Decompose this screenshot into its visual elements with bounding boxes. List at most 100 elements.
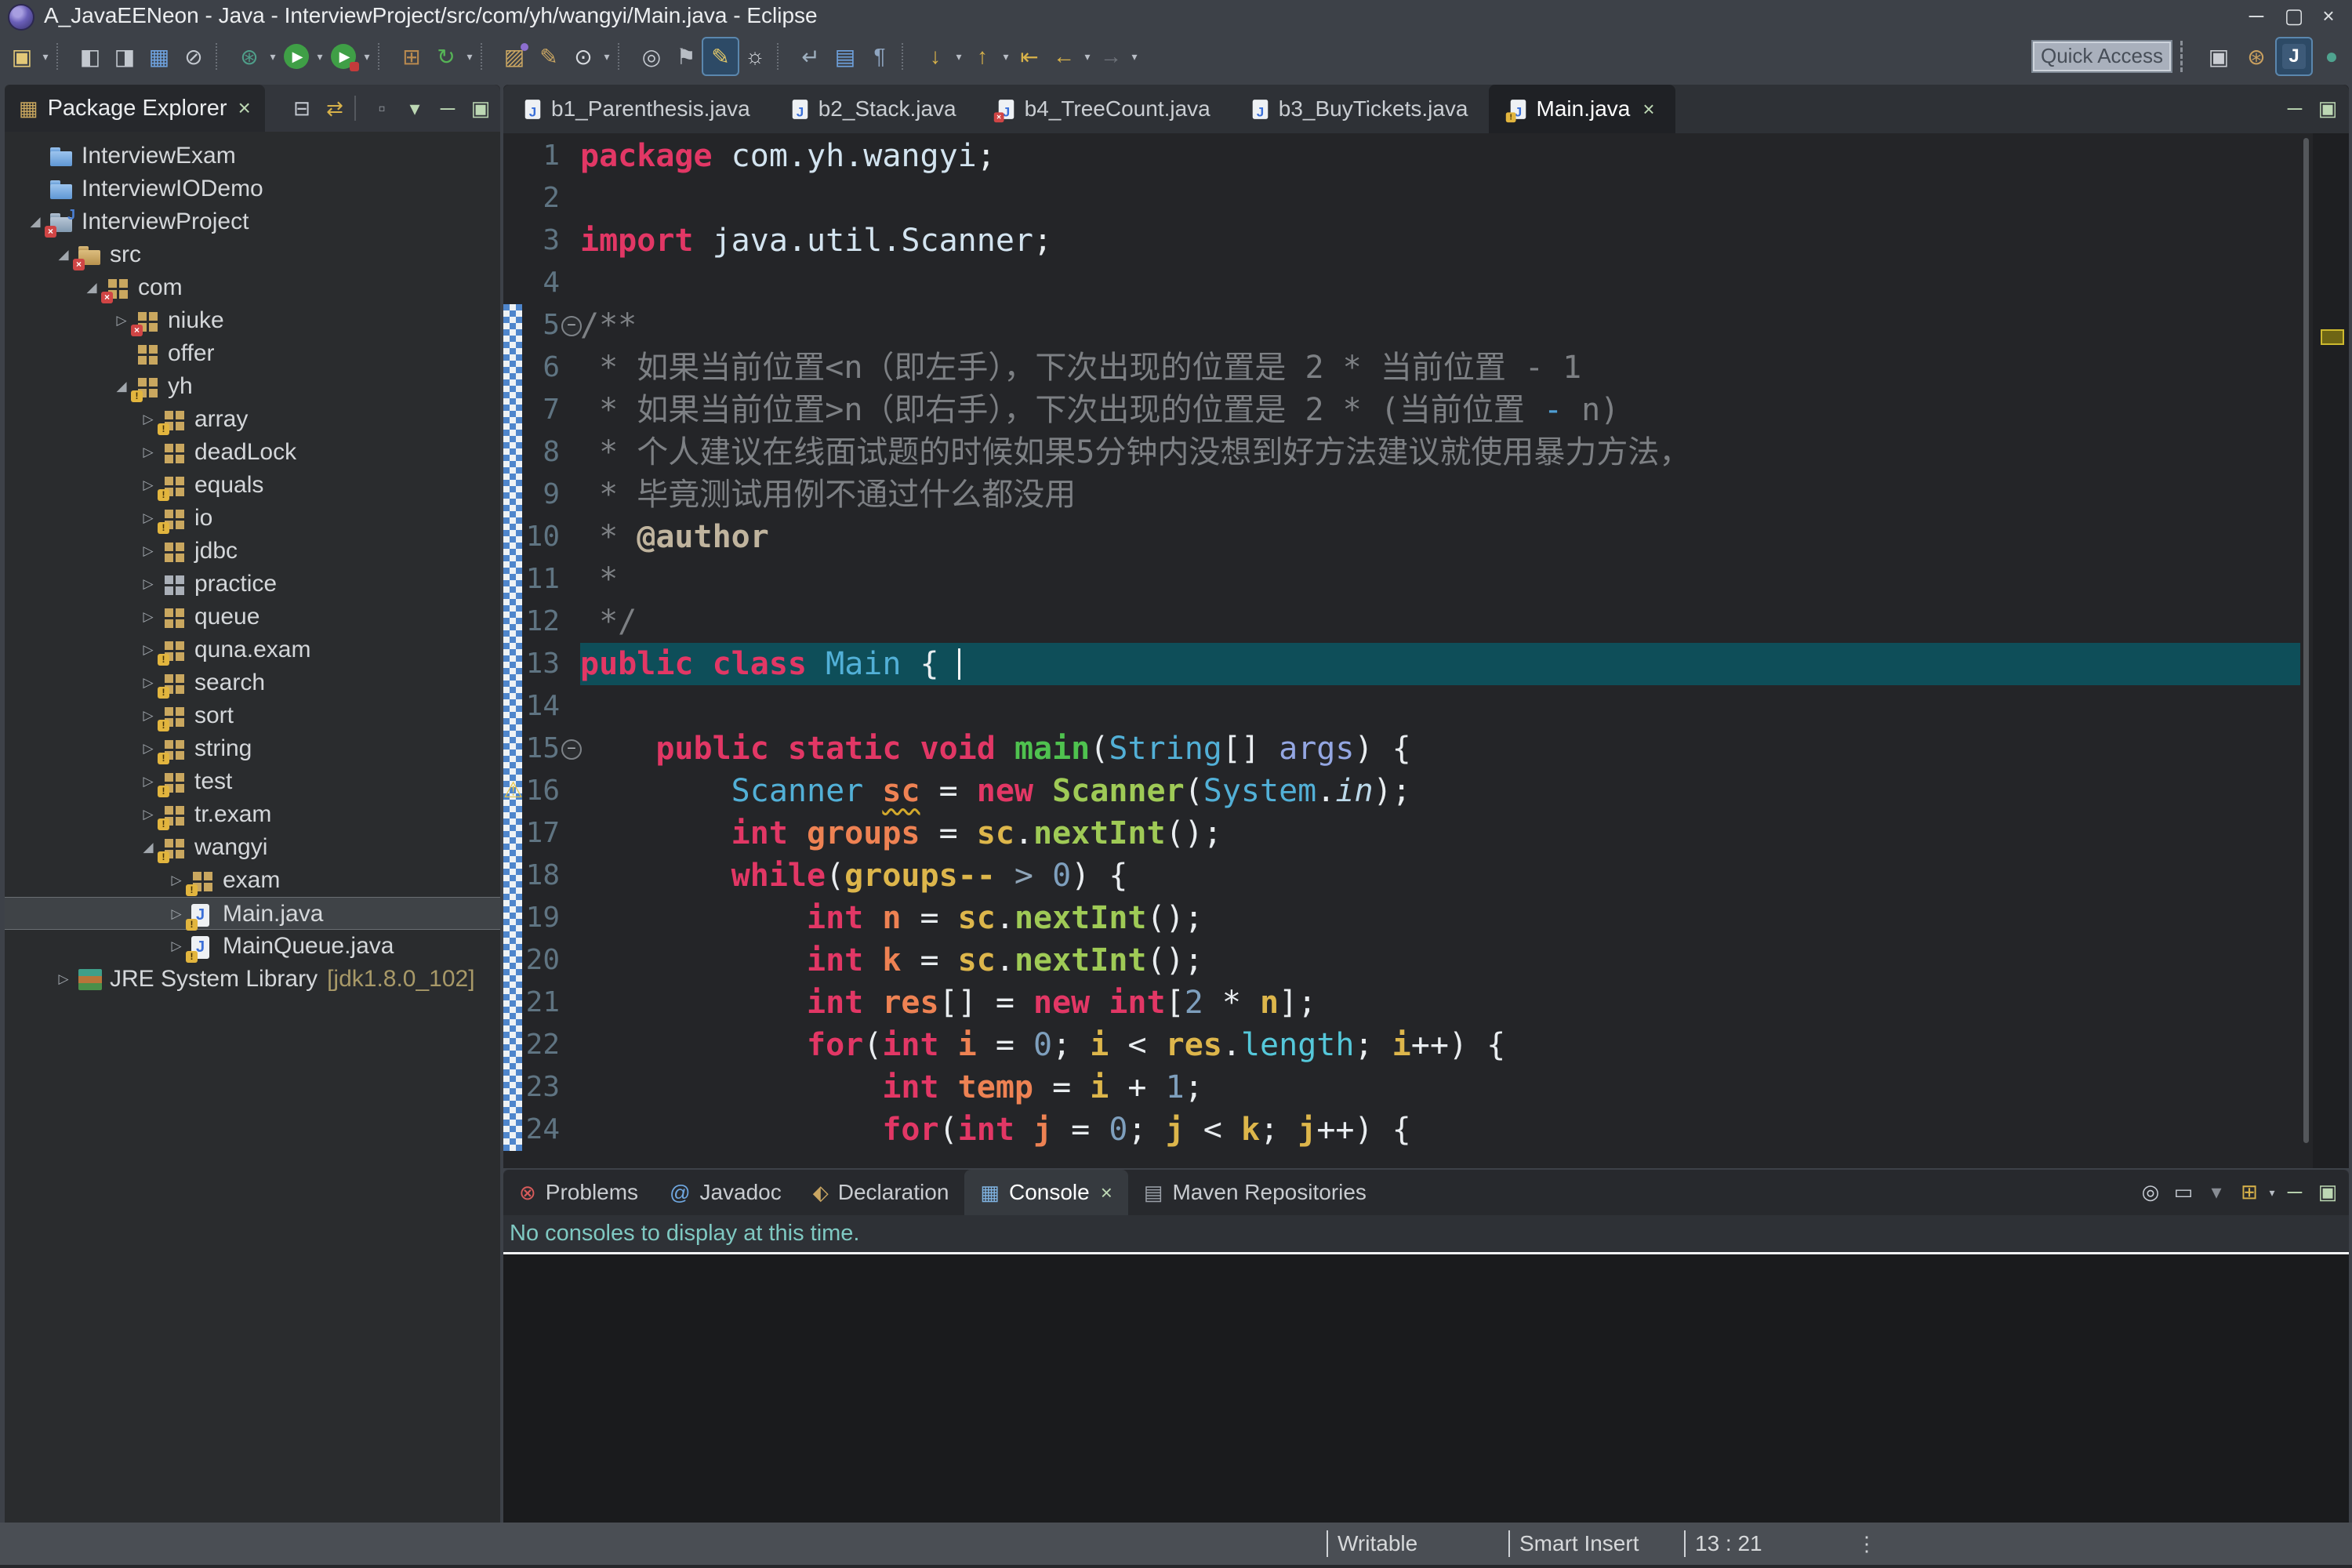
maximize-console-button[interactable]: ▣ bbox=[2311, 1174, 2344, 1209]
forward-button-dropdown[interactable]: ▾ bbox=[1128, 38, 1141, 74]
console-tab-console[interactable]: ▦ Console × bbox=[964, 1170, 1128, 1215]
tree-item-interviewexam[interactable]: InterviewExam bbox=[5, 140, 500, 172]
expand-arrow-icon[interactable]: ▷ bbox=[166, 864, 187, 897]
code-editor[interactable]: 1 2 3 4 5−6 7 8 9 10 11 12 13 14 15−16 ⚠ 17 18 19 20 21 22 23… bbox=[503, 133, 2349, 1168]
tree-item-search[interactable]: ▷! search bbox=[5, 666, 500, 699]
minimize-view-button[interactable]: ─ bbox=[431, 91, 464, 125]
link-with-editor-button[interactable]: ⇄ bbox=[318, 91, 351, 125]
minimize-console-button[interactable]: ─ bbox=[2278, 1174, 2311, 1209]
tab-close-icon[interactable]: × bbox=[1642, 97, 1654, 122]
collapse-arrow-icon[interactable]: ◢ bbox=[82, 271, 102, 304]
fold-collapse-icon[interactable]: − bbox=[561, 316, 582, 336]
tree-item-tr-exam[interactable]: ▷! tr.exam bbox=[5, 798, 500, 831]
tree-item-main-java[interactable]: ▷! Main.java bbox=[5, 897, 500, 931]
tree-item-jre-system-library[interactable]: ▷ JRE System Library [jdk1.8.0_102] bbox=[5, 963, 500, 996]
search-button[interactable]: ⊙ bbox=[566, 38, 601, 74]
expand-arrow-icon[interactable]: ▷ bbox=[138, 535, 158, 568]
new-java-project-button[interactable]: ⊞ bbox=[394, 38, 429, 74]
tree-item-deadlock[interactable]: ▷ deadLock bbox=[5, 436, 500, 469]
editor-tab-b2-stack-java[interactable]: b2_Stack.java bbox=[771, 85, 977, 133]
tree-item-com[interactable]: ◢ × com bbox=[5, 271, 500, 304]
expand-arrow-icon[interactable]: ▷ bbox=[138, 502, 158, 535]
tree-item-sort[interactable]: ▷! sort bbox=[5, 699, 500, 732]
perspective-browsing-button[interactable]: ● bbox=[2314, 38, 2349, 74]
expand-arrow-icon[interactable]: ▷ bbox=[138, 403, 158, 436]
expand-arrow-icon[interactable]: ▷ bbox=[166, 898, 187, 931]
prev-annotation-button-dropdown[interactable]: ▾ bbox=[1000, 38, 1012, 74]
open-console-button[interactable]: ▦ bbox=[142, 38, 176, 74]
window-close-button[interactable]: × bbox=[2311, 0, 2346, 31]
prev-annotation-button[interactable]: ↑ bbox=[965, 38, 1000, 74]
tree-item-wangyi[interactable]: ◢! wangyi bbox=[5, 831, 500, 864]
expand-arrow-icon[interactable]: ▷ bbox=[53, 963, 74, 996]
expand-arrow-icon[interactable]: ▷ bbox=[138, 601, 158, 633]
tree-item-equals[interactable]: ▷! equals bbox=[5, 469, 500, 502]
open-type-button[interactable]: ▨ bbox=[497, 38, 532, 74]
expand-arrow-icon[interactable]: ▷ bbox=[138, 436, 158, 469]
skip-breakpoints-button[interactable]: ⊘ bbox=[176, 38, 211, 74]
tree-item-queue[interactable]: ▷ queue bbox=[5, 601, 500, 633]
collapse-arrow-icon[interactable]: ◢ bbox=[138, 831, 158, 864]
console-tab-problems[interactable]: ⊗ Problems bbox=[503, 1170, 654, 1215]
last-edit-location-button[interactable]: ⇤ bbox=[1012, 38, 1047, 74]
save-all-button[interactable]: ◨ bbox=[107, 38, 142, 74]
collapse-arrow-icon[interactable]: ◢ bbox=[53, 238, 74, 271]
fold-collapse-icon[interactable]: − bbox=[561, 739, 582, 760]
expand-arrow-icon[interactable]: ▷ bbox=[138, 633, 158, 666]
external-tools-button-dropdown[interactable]: ▾ bbox=[361, 38, 373, 74]
save-button[interactable]: ◧ bbox=[73, 38, 107, 74]
forward-button[interactable]: → bbox=[1094, 38, 1128, 74]
expand-arrow-icon[interactable]: ▷ bbox=[138, 666, 158, 699]
perspective-javaee-button[interactable]: ▣ bbox=[2201, 38, 2236, 74]
tree-item-io[interactable]: ▷! io bbox=[5, 502, 500, 535]
tree-item-niuke[interactable]: ▷ × niuke bbox=[5, 304, 500, 337]
debug-button[interactable]: ⊛ bbox=[232, 38, 267, 74]
quick-access-input[interactable]: Quick Access bbox=[2031, 40, 2172, 73]
tree-item-offer[interactable]: offer bbox=[5, 337, 500, 370]
tree-item-yh[interactable]: ◢! yh bbox=[5, 370, 500, 403]
maximize-editor-button[interactable]: ▣ bbox=[2311, 91, 2344, 125]
console-output-area[interactable] bbox=[503, 1254, 2349, 1523]
tree-item-array[interactable]: ▷! array bbox=[5, 403, 500, 436]
editor-scrollbar[interactable] bbox=[2303, 138, 2309, 1143]
tree-item-src[interactable]: ◢ × src bbox=[5, 238, 500, 271]
window-maximize-button[interactable]: ▢ bbox=[2277, 0, 2311, 31]
expand-arrow-icon[interactable]: ▷ bbox=[138, 798, 158, 831]
back-button[interactable]: ← bbox=[1047, 38, 1081, 74]
clean-button[interactable]: ☼ bbox=[738, 38, 772, 74]
outline-button[interactable]: ▤ bbox=[828, 38, 862, 74]
new-wizard-button[interactable]: ▣ bbox=[5, 38, 39, 74]
code-text-area[interactable]: package com.yh.wangyi; import java.util.S… bbox=[580, 133, 2300, 1168]
maximize-view-button[interactable]: ▣ bbox=[464, 91, 497, 125]
collapse-all-button[interactable]: ⊟ bbox=[285, 91, 318, 125]
run-button[interactable]: ▶ bbox=[279, 38, 314, 74]
package-explorer-close-icon[interactable]: × bbox=[238, 96, 250, 121]
tree-item-interviewiodemo[interactable]: InterviewIODemo bbox=[5, 172, 500, 205]
link-editor-button[interactable]: ↵ bbox=[793, 38, 828, 74]
minimize-editor-button[interactable]: ─ bbox=[2278, 91, 2311, 125]
expand-arrow-icon[interactable]: ▷ bbox=[111, 304, 132, 337]
focus-task-button[interactable]: ▫ bbox=[365, 91, 398, 125]
perspective-debug-button[interactable]: ⊛ bbox=[2239, 38, 2274, 74]
editor-tab-b4-treecount-java[interactable]: × b4_TreeCount.java bbox=[977, 85, 1231, 133]
next-annotation-button-dropdown[interactable]: ▾ bbox=[953, 38, 965, 74]
run-button-dropdown[interactable]: ▾ bbox=[314, 38, 326, 74]
tab-close-icon[interactable]: × bbox=[1101, 1181, 1112, 1205]
tree-item-interviewproject[interactable]: ◢ J × InterviewProject bbox=[5, 205, 500, 238]
expand-arrow-icon[interactable]: ▷ bbox=[138, 469, 158, 502]
external-tools-button[interactable]: ▶ bbox=[326, 38, 361, 74]
expand-arrow-icon[interactable]: ▷ bbox=[138, 732, 158, 765]
collapse-arrow-icon[interactable]: ◢ bbox=[111, 370, 132, 403]
console-tab-javadoc[interactable]: @ Javadoc bbox=[654, 1170, 797, 1215]
package-explorer-tab[interactable]: ▦ Package Explorer × bbox=[5, 85, 265, 132]
collapse-arrow-icon[interactable]: ◢ bbox=[25, 205, 45, 238]
tree-item-quna-exam[interactable]: ▷! quna.exam bbox=[5, 633, 500, 666]
show-whitespace-button[interactable]: ¶ bbox=[862, 38, 897, 74]
expand-arrow-icon[interactable]: ▷ bbox=[138, 765, 158, 798]
open-console-dropdown-button[interactable]: ⊞ bbox=[2233, 1174, 2266, 1209]
new-wizard-button-dropdown[interactable]: ▾ bbox=[39, 38, 52, 74]
overview-ruler[interactable] bbox=[2313, 133, 2349, 1168]
perspective-java-button[interactable]: J bbox=[2275, 37, 2313, 76]
back-button-dropdown[interactable]: ▾ bbox=[1081, 38, 1094, 74]
mark-occurrences-button[interactable]: ✎ bbox=[702, 37, 739, 76]
